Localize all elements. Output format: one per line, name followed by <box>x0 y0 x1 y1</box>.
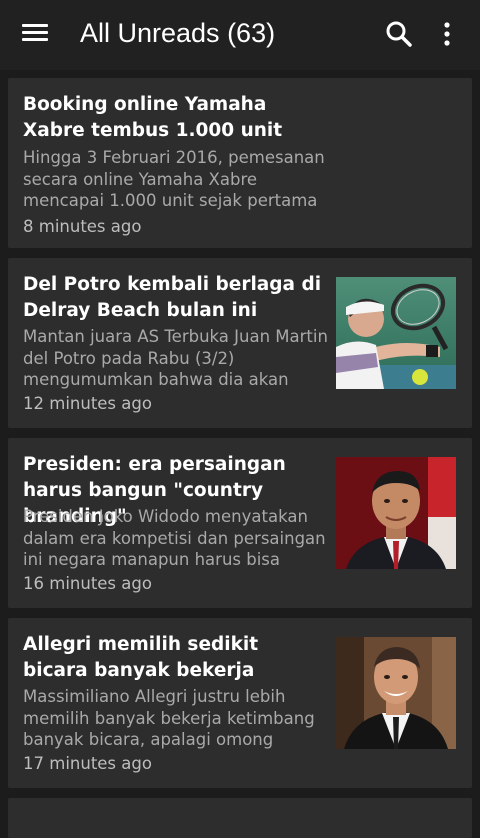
article-snippet: Presiden Joko Widodo menyatakan dalam er… <box>23 507 326 569</box>
hamburger-menu-icon <box>22 24 48 27</box>
article-timestamp: 8 minutes ago <box>23 217 142 236</box>
article-card[interactable]: Del Potro kembali berlaga di Delray Beac… <box>8 258 472 428</box>
article-card[interactable]: Allegri memilih sedikit bicara banyak be… <box>8 618 472 788</box>
article-card[interactable]: Booking online Yamaha Xabre tembus 1.000… <box>8 78 472 248</box>
article-headline: Booking online Yamaha Xabre tembus 1.000… <box>23 94 283 141</box>
article-snippet: Hingga 3 Februari 2016, pemesanan secara… <box>23 148 325 210</box>
more-options-button[interactable] <box>436 18 458 52</box>
article-thumbnail <box>336 457 456 569</box>
search-icon <box>386 21 412 47</box>
article-headline: Allegri memilih sedikit bicara banyak be… <box>23 634 259 681</box>
app-bar: All Unreads (63) <box>0 0 480 70</box>
hamburger-line <box>22 38 48 41</box>
allegri-photo <box>336 637 456 749</box>
search-button[interactable] <box>383 18 417 52</box>
article-timestamp: 17 minutes ago <box>23 754 152 773</box>
more-vert-icon <box>444 22 450 46</box>
article-snippet: Mantan juara AS Terbuka Juan Martin del … <box>23 327 328 389</box>
article-thumbnail <box>336 637 456 749</box>
tennis-player-photo <box>336 277 456 389</box>
page-title: All Unreads (63) <box>80 18 276 48</box>
article-timestamp: 16 minutes ago <box>23 574 152 593</box>
president-photo <box>336 457 456 569</box>
article-thumbnail <box>336 277 456 389</box>
article-timestamp: 12 minutes ago <box>23 394 152 413</box>
hamburger-line <box>22 31 48 34</box>
article-card[interactable]: Presiden: era persaingan harus bangun "c… <box>8 438 472 608</box>
menu-button[interactable] <box>22 22 52 46</box>
article-snippet: Massimiliano Allegri justru lebih memili… <box>23 687 315 749</box>
article-card[interactable] <box>8 798 472 838</box>
article-headline: Del Potro kembali berlaga di Delray Beac… <box>23 274 322 321</box>
